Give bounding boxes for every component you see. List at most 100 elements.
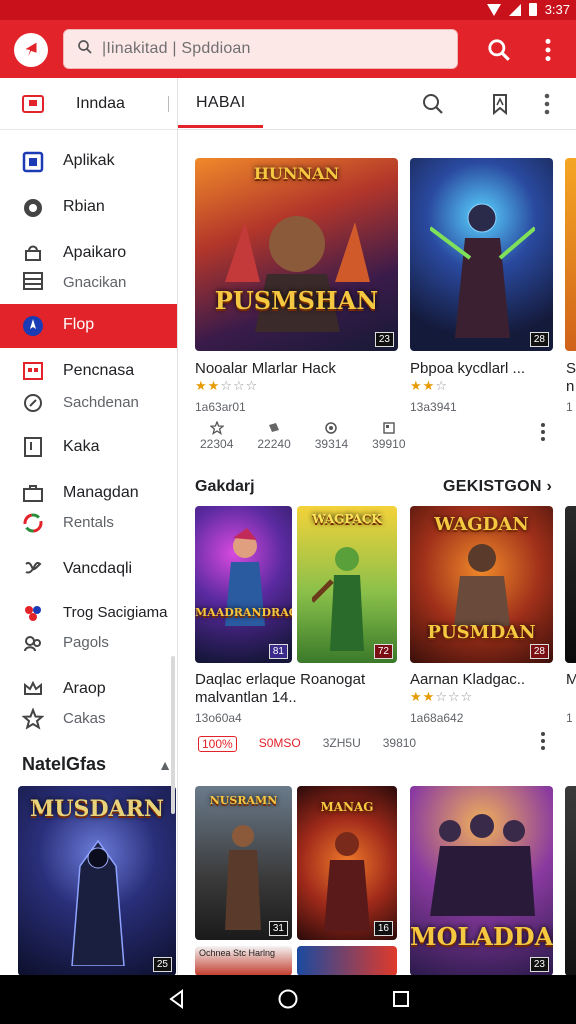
home-icon[interactable]: [277, 988, 299, 1010]
sidebar-scrollbar[interactable]: [171, 656, 175, 814]
sidebar-item-araop[interactable]: Araop Cakas: [0, 674, 177, 736]
rating-badge: 28: [529, 644, 549, 659]
rating-badge: 23: [529, 957, 549, 972]
game-card-art[interactable]: [297, 946, 397, 975]
sidebar-item-label: Kaka: [63, 438, 100, 455]
game-title[interactable]: Nooalar Mlarlar Hack: [195, 360, 400, 377]
rating-badge: 23: [374, 332, 394, 347]
stat-item: 39314: [315, 421, 348, 451]
tab-bar: HABAI: [178, 78, 576, 130]
sidebar-item-trog[interactable]: Trog Sacigiama Pagols: [0, 598, 177, 660]
rating-stars: ★★☆: [410, 378, 448, 393]
game-card-art[interactable]: NUSRAMN 31: [195, 786, 292, 940]
game-card-art[interactable]: [565, 158, 576, 351]
circle-stat-icon: [325, 422, 338, 434]
stat-value: 39810: [382, 736, 417, 750]
people-icon: [22, 602, 44, 624]
briefcase-icon: [22, 482, 44, 504]
sidebar-item-sublabel: Sachdenan: [63, 394, 139, 411]
doc-stat-icon: [383, 422, 395, 434]
stat-value[interactable]: 100%: [198, 736, 237, 752]
stat-value: 22304: [200, 437, 234, 451]
stats-row: 22304 22240 39314 39910: [200, 421, 406, 451]
game-card-art[interactable]: MANAG 16: [297, 786, 397, 940]
game-card-art[interactable]: HUNNAN PUSMSHAN 23: [195, 158, 398, 351]
game-title[interactable]: Aarnan Kladgac..: [410, 671, 558, 688]
sidebar-item-label: Araop: [63, 680, 106, 697]
rating-stars: ★★☆☆☆: [195, 378, 259, 393]
sidebar-item-managdan[interactable]: Managdan Rentals: [0, 478, 177, 542]
sidebar-item-aplikak[interactable]: Aplikak: [0, 140, 177, 184]
game-card-art[interactable]: [565, 786, 576, 975]
sidebar-header[interactable]: Inndaa: [0, 78, 177, 130]
divider: [168, 96, 169, 112]
art-title: MUSDARN: [30, 796, 164, 822]
sidebar-section-header[interactable]: NatelGfas ▲: [22, 754, 172, 775]
featured-game-art[interactable]: MUSDARN 25: [18, 786, 176, 975]
game-title[interactable]: Pbpoa kycdlarl ...: [410, 360, 558, 377]
art-title: NUSRAMN: [209, 794, 278, 807]
stat-value: 39910: [372, 437, 406, 451]
wifi-icon: [486, 3, 501, 16]
art-title: MOLADDAS: [410, 922, 553, 951]
game-card-art[interactable]: [565, 506, 576, 663]
search-icon[interactable]: [421, 92, 445, 116]
back-icon[interactable]: [166, 988, 188, 1010]
book-icon: [22, 436, 44, 458]
app-bar: |Iinakitad | Spddioan: [0, 20, 576, 78]
search-icon: [76, 38, 94, 61]
app-logo-icon[interactable]: [14, 33, 48, 67]
status-bar: 3:37: [0, 0, 576, 20]
game-title[interactable]: Daqlac erlaque Roanogat: [195, 671, 400, 688]
game-card-art[interactable]: 28: [410, 158, 553, 351]
more-vert-icon[interactable]: [540, 731, 546, 751]
sidebar-item-rbian[interactable]: Rbian: [0, 186, 177, 230]
game-title[interactable]: M: [566, 671, 576, 688]
game-card-art[interactable]: Ochnea Stc Harlng: [195, 946, 292, 975]
sidebar-item-label: Vancdaqli: [63, 560, 133, 577]
sidebar-item-flop[interactable]: Flop: [0, 304, 177, 348]
sidebar-item-pencnasa[interactable]: Pencnasa Sachdenan: [0, 356, 177, 420]
battery-icon: [528, 3, 537, 16]
tab-habai[interactable]: HABAI: [196, 94, 246, 112]
art-title: Ochnea Stc Harlng: [199, 948, 276, 958]
game-card-art[interactable]: MAADRANDRAGE 81: [195, 506, 292, 663]
game-card-art[interactable]: WAGDAN PUSMDAN 28: [410, 506, 553, 663]
chevron-up-icon[interactable]: ▲: [158, 757, 172, 773]
game-meta: 13a3941: [410, 400, 457, 414]
game-meta: 13o60a4: [195, 711, 242, 725]
sidebar-item-kaka[interactable]: Kaka: [0, 428, 177, 468]
game-card-art[interactable]: WAGPACK 72: [297, 506, 397, 663]
recents-icon[interactable]: [390, 988, 412, 1010]
bookmark-icon[interactable]: [488, 92, 512, 116]
section-more-link[interactable]: GEKISTGON ›: [443, 478, 552, 496]
game-meta: 1a63ar01: [195, 400, 246, 414]
rating-badge: 72: [373, 644, 393, 659]
sidebar-item-label: Trog Sacigiama: [63, 604, 168, 621]
section-title: Gakdarj: [195, 478, 255, 495]
search-placeholder: |Iinakitad | Spddioan: [102, 40, 251, 57]
search-input[interactable]: |Iinakitad | Spddioan: [63, 29, 458, 69]
stat-item: 22240: [257, 421, 291, 451]
more-vert-icon[interactable]: [542, 92, 552, 116]
sidebar-header-label: Inndaa: [76, 94, 125, 112]
square-icon: [22, 151, 44, 173]
game-meta: 1: [566, 400, 573, 414]
stat-value: 3ZH5U: [322, 736, 361, 750]
sidebar-item-apaikaro[interactable]: Apaikaro Gnacikan: [0, 236, 177, 298]
art-title: MANAG: [320, 800, 374, 814]
game-subtitle: malvantlan 14..: [195, 689, 297, 706]
crown-icon: [22, 678, 44, 700]
sidebar-item-vancdaqli[interactable]: Vancdaqli: [0, 550, 177, 590]
chevron-right-icon: ›: [546, 478, 553, 495]
art-title: MAADRANDRAGE: [195, 606, 292, 619]
more-vert-icon[interactable]: [540, 37, 556, 63]
main-content: HABAI HUNNAN PUSMSHAN 23 28 Nooalar Mlar…: [178, 78, 576, 975]
calendar-icon: [22, 360, 44, 382]
game-card-art[interactable]: MOLADDAS 23: [410, 786, 553, 975]
status-time: 3:37: [544, 2, 570, 17]
game-title[interactable]: S: [566, 360, 576, 377]
sidebar-item-label: Pencnasa: [63, 362, 135, 379]
more-vert-icon[interactable]: [540, 422, 546, 442]
search-button-icon[interactable]: [486, 37, 512, 63]
